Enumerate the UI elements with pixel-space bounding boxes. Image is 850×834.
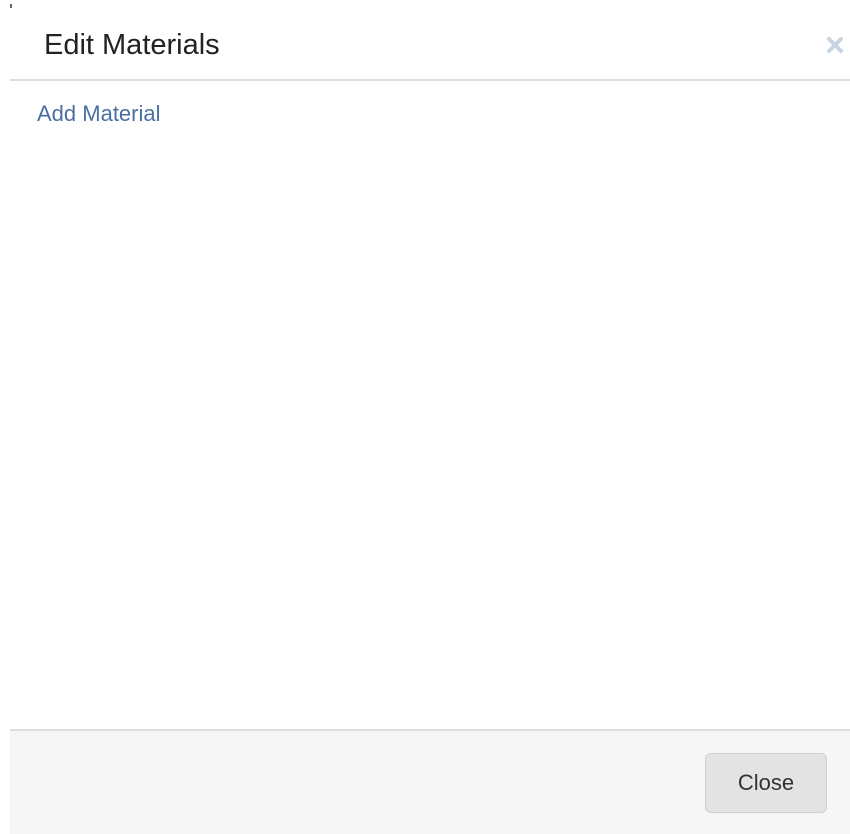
page: Edit Materials Add Material Close <box>0 0 850 834</box>
modal-body: Add Material <box>10 81 850 729</box>
modal-footer: Close <box>10 729 850 834</box>
close-icon[interactable] <box>824 34 846 56</box>
modal-header: Edit Materials <box>10 8 850 81</box>
close-button[interactable]: Close <box>705 753 827 813</box>
modal-title: Edit Materials <box>44 29 220 61</box>
edit-materials-modal: Edit Materials Add Material Close <box>10 8 850 834</box>
add-material-link[interactable]: Add Material <box>37 101 161 127</box>
